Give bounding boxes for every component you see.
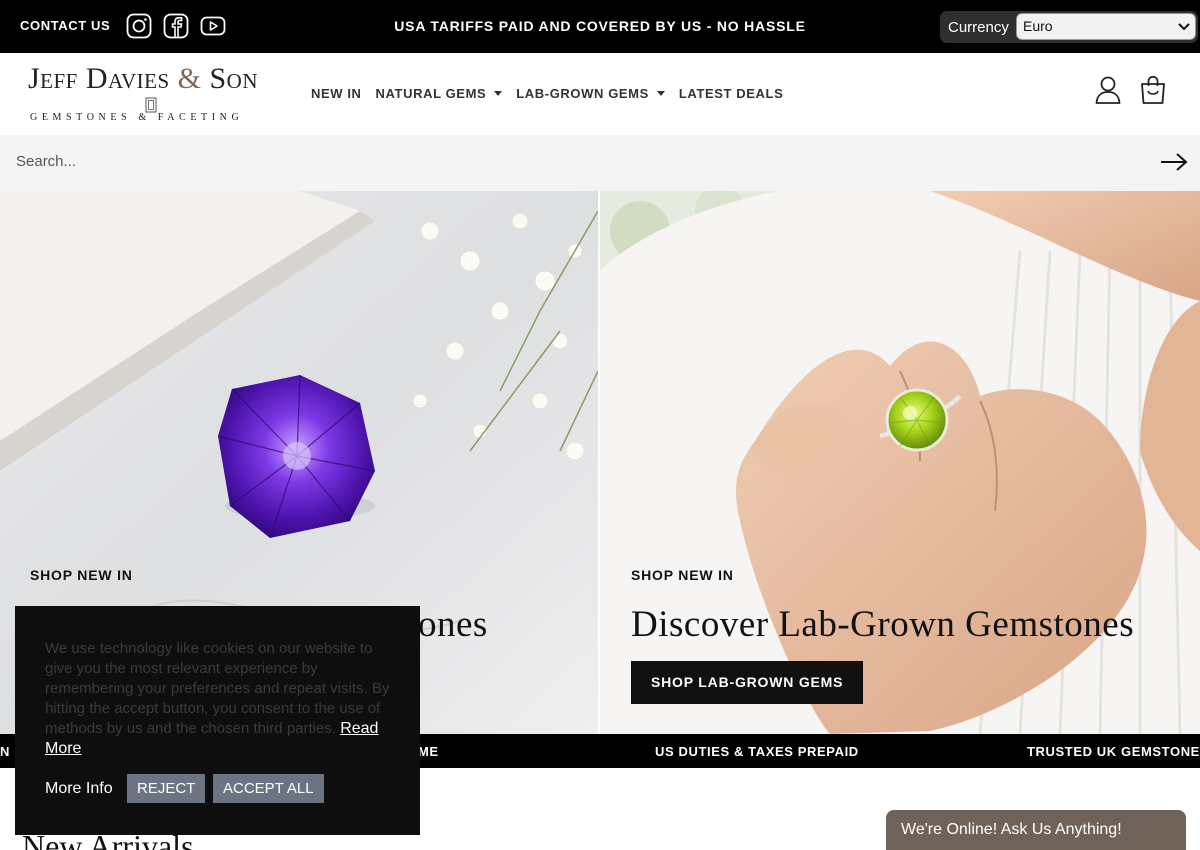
accept-all-button[interactable]: ACCEPT ALL xyxy=(213,774,324,803)
account-icon[interactable] xyxy=(1094,75,1122,105)
nav-lab-grown-gems[interactable]: LAB-GROWN GEMS xyxy=(516,86,665,101)
nav-label: NEW IN xyxy=(311,86,362,101)
facebook-icon[interactable] xyxy=(163,13,189,39)
caret-down-icon xyxy=(656,91,665,96)
ticker-item: ME xyxy=(418,744,439,759)
hero-banner-lab-grown[interactable]: SHOP NEW IN Discover Lab-Grown Gemstones… xyxy=(600,191,1200,734)
live-chat-button[interactable]: We're Online! Ask Us Anything! xyxy=(886,810,1186,850)
nav-natural-gems[interactable]: NATURAL GEMS xyxy=(376,86,503,101)
currency-label: Currency xyxy=(948,19,1009,36)
nav-new-in[interactable]: NEW IN xyxy=(311,86,362,101)
currency-value: Euro xyxy=(1023,18,1053,34)
hero-left-kicker: SHOP NEW IN xyxy=(30,567,133,583)
search-bar[interactable]: Search... xyxy=(0,135,1200,191)
nav-label: LATEST DEALS xyxy=(678,86,784,101)
hero-left-title: ones xyxy=(418,604,488,645)
nav-label: NATURAL GEMS xyxy=(375,86,487,101)
logo-text-primary: Jeff Davies xyxy=(28,62,170,95)
arrow-right-icon[interactable] xyxy=(1160,151,1188,173)
shop-lab-grown-button[interactable]: SHOP LAB-GROWN GEMS xyxy=(631,661,864,704)
instagram-icon[interactable] xyxy=(126,13,152,39)
nav-label: LAB-GROWN GEMS xyxy=(516,86,649,101)
more-info-link[interactable]: More Info xyxy=(45,780,113,798)
main-nav: NEW IN NATURAL GEMS LAB-GROWN GEMS LATES… xyxy=(311,86,783,101)
site-logo[interactable]: Jeff Davies & Son GEMSTONES & FACETING xyxy=(28,64,278,126)
logo-ampersand: & xyxy=(177,62,202,95)
gem-emblem-icon xyxy=(145,97,157,113)
cookie-consent-banner: We use technology like cookies on our we… xyxy=(15,606,420,835)
ticker-item: US DUTIES & TAXES PREPAID xyxy=(655,744,859,759)
ticker-item: N xyxy=(0,744,10,759)
logo-tagline: GEMSTONES & FACETING xyxy=(30,112,244,123)
cookie-message: We use technology like cookies on our we… xyxy=(45,640,390,737)
ticker-item: TRUSTED UK GEMSTONE S xyxy=(1027,744,1200,759)
caret-down-icon xyxy=(494,91,503,96)
contact-us-link[interactable]: CONTACT US xyxy=(20,18,110,33)
chevron-down-icon xyxy=(1178,23,1190,31)
search-input[interactable]: Search... xyxy=(16,153,76,170)
logo-wordmark: Jeff Davies & Son xyxy=(28,64,278,94)
cookie-text: We use technology like cookies on our we… xyxy=(45,639,400,759)
hero-right-title: Discover Lab-Grown Gemstones xyxy=(631,604,1135,645)
currency-select[interactable]: Euro xyxy=(1016,13,1196,40)
currency-selector: Currency Euro xyxy=(940,11,1198,43)
logo-text-secondary: Son xyxy=(209,62,259,95)
reject-button[interactable]: REJECT xyxy=(127,774,206,803)
peridot-ring-photo xyxy=(600,191,1200,734)
nav-latest-deals[interactable]: LATEST DEALS xyxy=(679,86,783,101)
hero-right-kicker: SHOP NEW IN xyxy=(631,567,734,583)
top-bar: CONTACT US USA TARIFFS PAID AND COVERED … xyxy=(0,0,1200,53)
cart-icon[interactable] xyxy=(1139,75,1167,105)
youtube-icon[interactable] xyxy=(200,13,226,39)
site-header: Jeff Davies & Son GEMSTONES & FACETING N… xyxy=(0,53,1200,135)
